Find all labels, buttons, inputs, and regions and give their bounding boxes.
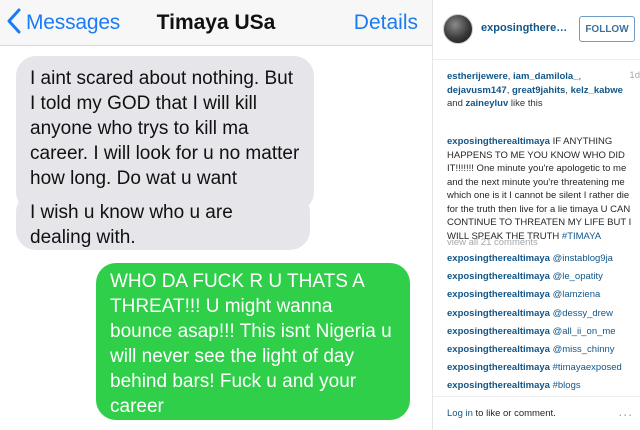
message-bubble-incoming: I aint scared about nothing. But I told … xyxy=(16,56,314,212)
more-options-button[interactable]: ... xyxy=(618,403,633,419)
post-caption: exposingtherealtimaya IF ANYTHING HAPPEN… xyxy=(447,135,635,243)
like-user[interactable]: kelz_kabwe xyxy=(571,85,623,96)
login-link[interactable]: Log in xyxy=(447,408,473,419)
caption-text: IF ANYTHING HAPPENS TO ME YOU KNOW WHO D… xyxy=(447,136,632,242)
instagram-panel: exposingtherealti... FOLLOW 1d estherije… xyxy=(432,0,640,430)
comment-text[interactable]: #timayaexposed xyxy=(553,362,622,373)
message-bubble-incoming: I wish u know who u are dealing with. xyxy=(16,192,310,250)
comment-username[interactable]: exposingtherealtimaya xyxy=(447,362,550,373)
comment-username[interactable]: exposingtherealtimaya xyxy=(447,308,550,319)
avatar[interactable] xyxy=(443,14,473,44)
follow-button[interactable]: FOLLOW xyxy=(579,16,635,42)
like-user[interactable]: dejavusm147 xyxy=(447,85,507,96)
login-prompt-text: to like or comment. xyxy=(472,408,556,419)
comment-text[interactable]: @lamziena xyxy=(553,289,601,300)
login-prompt: Log in to like or comment. xyxy=(447,408,556,419)
comment-item: exposingtherealtimaya @miss_chinny xyxy=(447,343,639,361)
likes-line: estherijewere, iam_damilola_, dejavusm14… xyxy=(447,70,627,111)
comment-item: exposingtherealtimaya @all_ii_on_me xyxy=(447,325,639,343)
caption-username[interactable]: exposingtherealtimaya xyxy=(447,136,550,147)
post-time[interactable]: 1d xyxy=(629,70,640,81)
comment-text[interactable]: @instablog9ja xyxy=(553,253,613,264)
comment-username[interactable]: exposingtherealtimaya xyxy=(447,289,550,300)
like-user[interactable]: iam_damilola_ xyxy=(513,71,578,82)
post-header: exposingtherealti... FOLLOW xyxy=(433,0,640,60)
comment-item: exposingtherealtimaya @le_opatity xyxy=(447,270,639,288)
comment-username[interactable]: exposingtherealtimaya xyxy=(447,380,550,391)
comment-item: exposingtherealtimaya @instablog9ja xyxy=(447,252,639,270)
comment-text[interactable]: @miss_chinny xyxy=(553,344,615,355)
separator: and xyxy=(447,98,466,109)
comment-text[interactable]: @dessy_drew xyxy=(553,308,613,319)
comment-username[interactable]: exposingtherealtimaya xyxy=(447,253,550,264)
comment-item: exposingtherealtimaya @lamziena xyxy=(447,288,639,306)
message-bubble-outgoing: WHO DA FUCK R U THATS A THREAT!!! U migh… xyxy=(96,263,410,420)
separator: , xyxy=(578,71,582,82)
comment-username[interactable]: exposingtherealtimaya xyxy=(447,344,550,355)
comment-item: exposingtherealtimaya @dessy_drew xyxy=(447,307,639,325)
comment-text[interactable]: @all_ii_on_me xyxy=(553,326,616,337)
like-user[interactable]: zaineyluv xyxy=(466,98,509,109)
post-footer: Log in to like or comment. ... xyxy=(433,396,640,430)
like-user[interactable]: great9jahits xyxy=(512,85,565,96)
comments-list: exposingtherealtimaya @instablog9ja expo… xyxy=(447,252,639,398)
sms-nav-bar: Messages Timaya USa Details xyxy=(0,0,432,46)
comment-item: exposingtherealtimaya #timayaexposed xyxy=(447,361,639,379)
details-button[interactable]: Details xyxy=(354,11,418,35)
likes-suffix: like this xyxy=(508,98,543,109)
comment-username[interactable]: exposingtherealtimaya xyxy=(447,271,550,282)
like-user[interactable]: estherijewere xyxy=(447,71,508,82)
post-username[interactable]: exposingtherealti... xyxy=(481,22,571,34)
comment-item: exposingtherealtimaya #blogs xyxy=(447,379,639,397)
caption-hashtag[interactable]: #TIMAYA xyxy=(562,231,601,242)
view-all-comments-link[interactable]: view all 21 comments xyxy=(447,237,538,248)
sms-screenshot: Messages Timaya USa Details I aint scare… xyxy=(0,0,432,430)
comment-text[interactable]: @le_opatity xyxy=(553,271,603,282)
comment-username[interactable]: exposingtherealtimaya xyxy=(447,326,550,337)
comment-text[interactable]: #blogs xyxy=(553,380,581,391)
